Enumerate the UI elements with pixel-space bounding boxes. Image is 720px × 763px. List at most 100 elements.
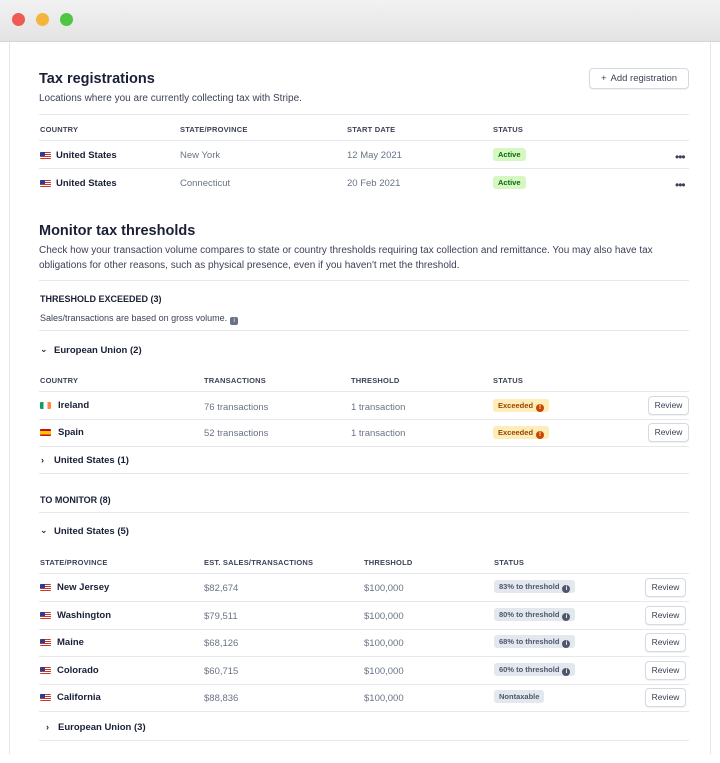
- eu-collapsed-group-label: European Union (3): [58, 722, 146, 733]
- registrations-subtitle: Locations where you are currently collec…: [39, 93, 302, 104]
- divider: [39, 711, 689, 712]
- us-flag-icon: [40, 612, 51, 619]
- status-badge: 83% to threshold i: [494, 580, 576, 593]
- column-header-status: STATUS: [493, 125, 524, 134]
- monitor-sales: $68,126: [204, 638, 239, 649]
- column-header-country: COUNTRY: [40, 125, 79, 134]
- status-badge: 60% to threshold i: [494, 663, 576, 676]
- exceeded-threshold: 1 transaction: [351, 402, 406, 413]
- zoom-window-button[interactable]: [60, 13, 73, 26]
- to-monitor-heading: TO MONITOR (8): [40, 495, 111, 505]
- status-badge-text: 80% to threshold: [499, 610, 560, 619]
- monitor-state: New Jersey: [57, 582, 110, 593]
- monitor-state: California: [57, 692, 101, 703]
- divider: [39, 573, 689, 574]
- status-badge: 80% to threshold i: [494, 608, 576, 621]
- registrations-title: Tax registrations: [39, 71, 155, 87]
- status-badge: Exceeded!: [493, 426, 550, 439]
- registration-start-date: 20 Feb 2021: [347, 178, 401, 189]
- status-badge-text: 83% to threshold: [499, 582, 560, 591]
- gross-volume-note-text: Sales/transactions are based on gross vo…: [40, 313, 228, 323]
- us-flag-icon: [40, 639, 51, 646]
- review-button[interactable]: Review: [645, 606, 686, 625]
- us-flag-icon: [40, 152, 51, 159]
- chevron-down-icon: ⌄: [40, 525, 48, 535]
- column-header-country: COUNTRY: [40, 376, 79, 385]
- divider: [39, 601, 689, 602]
- alert-icon: !: [536, 404, 545, 412]
- exceeded-threshold: 1 transaction: [351, 428, 406, 439]
- us-flag-icon: [40, 180, 51, 187]
- plus-icon: +: [600, 73, 607, 84]
- column-header-threshold: THRESHOLD: [351, 376, 400, 385]
- status-badge: Exceeded!: [493, 399, 550, 412]
- column-header-status: STATUS: [494, 558, 525, 567]
- status-badge: Active: [493, 148, 526, 161]
- status-badge: Active: [493, 176, 526, 189]
- review-button[interactable]: Review: [645, 578, 686, 597]
- status-badge: Nontaxable: [494, 690, 545, 703]
- chevron-right-icon: ›: [41, 455, 44, 465]
- divider: [39, 168, 689, 169]
- monitor-threshold: $100,000: [364, 666, 404, 677]
- review-button[interactable]: Review: [645, 633, 686, 652]
- column-header-est-sales: EST. SALES/TRANSACTIONS: [204, 558, 314, 567]
- window-titlebar: [0, 0, 720, 42]
- registration-state: Connecticut: [180, 178, 231, 189]
- us-collapsed-group-label: United States (1): [54, 455, 129, 466]
- ireland-flag-icon: [40, 402, 51, 409]
- us-flag-icon: [40, 584, 51, 591]
- monitor-state: Maine: [57, 637, 84, 648]
- divider: [39, 512, 689, 513]
- us-group-label: United States (5): [54, 526, 129, 537]
- status-badge: 68% to threshold i: [494, 635, 576, 648]
- more-actions-icon[interactable]: •••: [675, 151, 686, 163]
- exceeded-country: Spain: [58, 427, 84, 438]
- minimize-window-button[interactable]: [36, 13, 49, 26]
- monitor-sales: $60,715: [204, 666, 239, 677]
- divider: [39, 391, 689, 392]
- monitor-sales: $79,511: [204, 611, 238, 622]
- divider: [39, 140, 689, 141]
- column-header-state: STATE/PROVINCE: [180, 125, 248, 134]
- info-icon[interactable]: i: [230, 317, 239, 325]
- divider: [39, 629, 689, 630]
- add-registration-label: Add registration: [610, 73, 678, 84]
- monitor-description-line-1: Check how your transaction volume compar…: [39, 245, 653, 256]
- spain-flag-icon: [40, 429, 51, 436]
- review-button[interactable]: Review: [648, 396, 689, 415]
- chevron-right-icon: ›: [46, 722, 49, 732]
- monitor-threshold: $100,000: [364, 611, 404, 622]
- exceeded-country: Ireland: [58, 400, 90, 411]
- monitor-state: Colorado: [57, 665, 99, 676]
- status-badge-text: 68% to threshold: [499, 637, 560, 646]
- chevron-down-icon: ⌄: [40, 344, 48, 354]
- registration-country: United States: [56, 178, 117, 189]
- status-badge-text: Exceeded: [498, 428, 534, 437]
- review-button[interactable]: Review: [645, 661, 686, 680]
- divider: [39, 656, 689, 657]
- close-window-button[interactable]: [12, 13, 25, 26]
- status-badge-text: Exceeded: [498, 401, 534, 410]
- exceeded-transactions: 52 transactions: [204, 428, 269, 439]
- divider: [39, 330, 689, 331]
- monitor-description-line-2: obligations for other reasons, such as p…: [39, 260, 460, 271]
- info-icon: i: [562, 640, 571, 648]
- column-header-start-date: START DATE: [347, 125, 396, 134]
- monitor-sales: $88,836: [204, 693, 239, 704]
- monitor-threshold: $100,000: [364, 638, 404, 649]
- threshold-exceeded-heading: THRESHOLD EXCEEDED (3): [40, 294, 162, 304]
- review-button[interactable]: Review: [648, 423, 689, 442]
- divider: [39, 740, 689, 741]
- info-icon: i: [562, 668, 571, 676]
- registration-start-date: 12 May 2021: [347, 150, 402, 161]
- divider: [39, 419, 689, 420]
- review-button[interactable]: Review: [645, 688, 686, 707]
- us-flag-icon: [40, 694, 51, 701]
- more-actions-icon[interactable]: •••: [675, 179, 686, 191]
- add-registration-button[interactable]: + Add registration: [589, 68, 689, 89]
- divider: [39, 684, 689, 685]
- divider: [39, 280, 689, 281]
- us-flag-icon: [40, 667, 51, 674]
- column-header-state: STATE/PROVINCE: [40, 558, 108, 567]
